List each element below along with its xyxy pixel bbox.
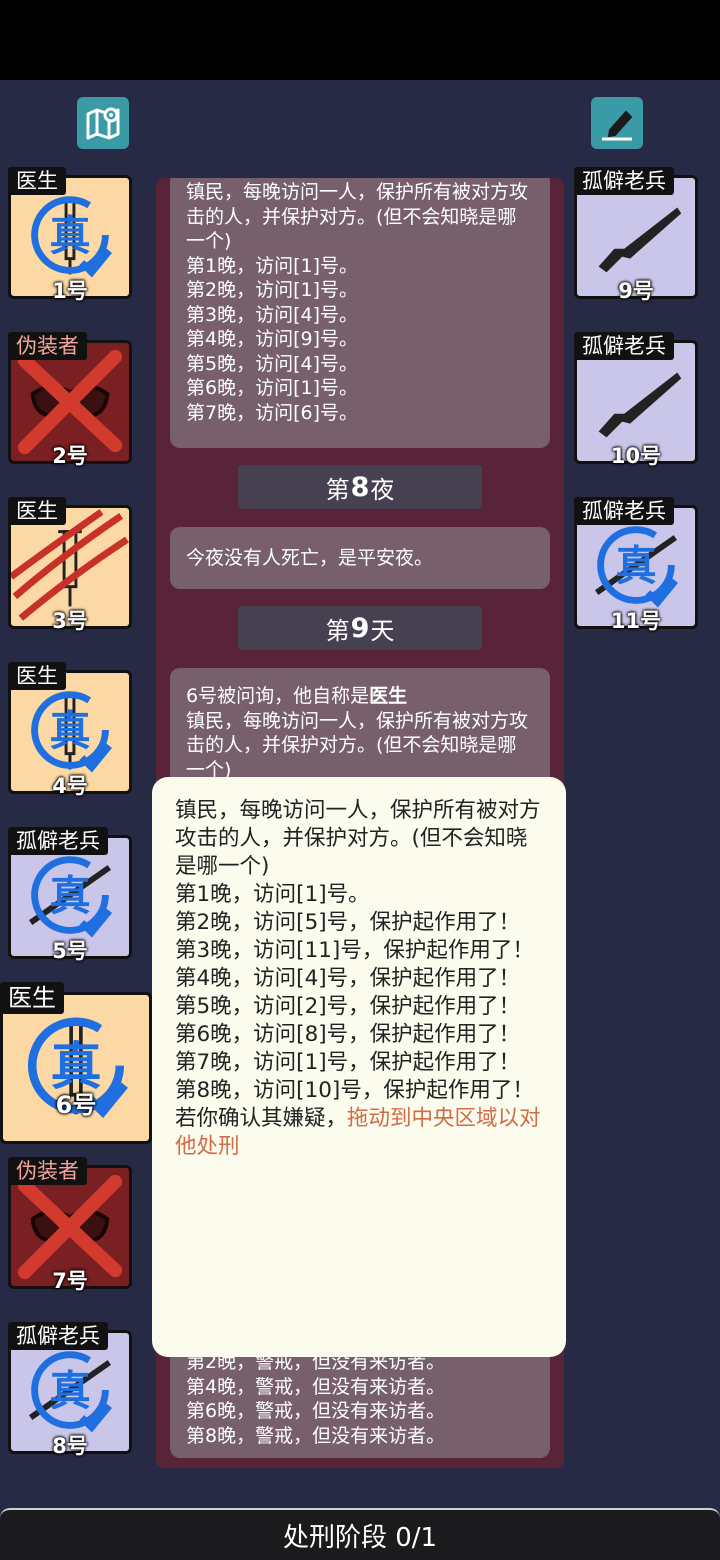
player-card-6[interactable]: 医生 真 6号 — [0, 982, 152, 1144]
role-tag: 孤僻老兵 — [8, 827, 108, 855]
log-line: 第6晚，警戒，但没有来访者。 — [186, 1400, 446, 1422]
map-button[interactable] — [77, 97, 129, 149]
popup-line: 第1晚，访问[1]号。 — [175, 882, 370, 907]
player-card-9[interactable]: 孤僻老兵 9号 — [574, 167, 704, 303]
log-line: 6号被问询，他自称是 — [186, 685, 370, 707]
player-card-5[interactable]: 孤僻老兵 真 5号 — [8, 827, 138, 963]
player-number: 1号 — [52, 279, 88, 303]
execution-hint: 若你确认其嫌疑，拖动到中央区域以对他处刑 — [175, 1106, 541, 1159]
role-tag: 医生 — [8, 662, 66, 690]
player-number: 4号 — [52, 774, 88, 798]
popup-line: 第4晚，访问[4]号，保护起作用了！ — [175, 966, 521, 991]
popup-line: 第8晚，访问[10]号，保护起作用了！ — [175, 1078, 534, 1103]
log-line: 第6晚，访问[1]号。 — [186, 377, 359, 399]
player-number: 8号 — [52, 1434, 88, 1458]
player-card-7[interactable]: 伪装者 7号 — [8, 1157, 138, 1293]
notes-button[interactable] — [591, 97, 643, 149]
role-tag: 孤僻老兵 — [574, 497, 674, 525]
role-tag: 孤僻老兵 — [574, 167, 674, 195]
role-tag: 孤僻老兵 — [8, 1322, 108, 1350]
role-tag: 孤僻老兵 — [574, 332, 674, 360]
log-entry: 第2晚，警戒，但没有来访者。 第4晚，警戒，但没有来访者。 第6晚，警戒，但没有… — [170, 1348, 550, 1458]
svg-text:真: 真 — [49, 1367, 90, 1415]
popup-line: 第6晚，访问[8]号，保护起作用了！ — [175, 1022, 521, 1047]
player-number: 2号 — [52, 444, 88, 468]
log-line: 第8晚，警戒，但没有来访者。 — [186, 1424, 446, 1447]
night-divider: 第8夜 — [238, 465, 482, 509]
role-tag: 伪装者 — [8, 332, 87, 360]
log-entry: 6号被问询，他自称是医生 镇民，每晚访问一人，保护所有被对方攻击的人，并保护对方… — [170, 668, 550, 788]
player-card-1[interactable]: 医生 真 1号 — [8, 167, 138, 303]
role-description: 镇民，每晚访问一人，保护所有被对方攻击的人，并保护对方。(但不会知晓是哪一个) — [186, 181, 529, 252]
player-card-3[interactable]: 医生 3号 — [8, 497, 138, 633]
player-number: 6号 — [55, 1091, 97, 1119]
role-description: 镇民，每晚访问一人，保护所有被对方攻击的人，并保护对方。(但不会知晓是哪一个) — [175, 798, 541, 879]
log-line: 第4晚，警戒，但没有来访者。 — [186, 1375, 446, 1398]
player-info-popup: 镇民，每晚访问一人，保护所有被对方攻击的人，并保护对方。(但不会知晓是哪一个) … — [152, 777, 566, 1357]
day-divider: 第9天 — [238, 606, 482, 650]
popup-line: 第5晚，访问[2]号，保护起作用了！ — [175, 994, 521, 1019]
log-line: 今夜没有人死亡，是平安夜。 — [186, 546, 434, 569]
role-tag: 医生 — [0, 982, 64, 1014]
player-number: 10号 — [610, 444, 662, 468]
log-entry: 今夜没有人死亡，是平安夜。 — [170, 527, 550, 589]
popup-line: 第7晚，访问[1]号，保护起作用了！ — [175, 1050, 521, 1075]
player-number: 5号 — [52, 939, 88, 963]
player-card-4[interactable]: 医生 真 4号 — [8, 662, 138, 798]
player-number: 11号 — [610, 609, 662, 633]
svg-text:真: 真 — [49, 707, 90, 755]
svg-text:真: 真 — [49, 872, 90, 920]
status-bar — [0, 0, 720, 80]
player-card-11[interactable]: 孤僻老兵 真 11号 — [574, 497, 704, 633]
popup-line: 第3晚，访问[11]号，保护起作用了！ — [175, 938, 534, 963]
popup-line: 第2晚，访问[5]号，保护起作用了！ — [175, 910, 521, 935]
player-card-10[interactable]: 孤僻老兵 10号 — [574, 332, 704, 468]
role-tag: 医生 — [8, 167, 66, 195]
log-entry: 镇民，每晚访问一人，保护所有被对方攻击的人，并保护对方。(但不会知晓是哪一个) … — [170, 178, 550, 448]
svg-text:真: 真 — [49, 212, 90, 260]
player-number: 7号 — [52, 1269, 88, 1293]
log-line: 第1晚，访问[1]号。 — [186, 254, 359, 277]
claimed-role: 医生 — [369, 685, 408, 707]
execution-phase-bar[interactable]: 处刑阶段 0/1 — [0, 1508, 720, 1560]
log-line: 第3晚，访问[4]号。 — [186, 303, 359, 326]
player-card-8[interactable]: 孤僻老兵 真 8号 — [8, 1322, 138, 1458]
svg-text:真: 真 — [615, 542, 656, 590]
log-line: 第2晚，访问[1]号。 — [186, 279, 359, 301]
log-line: 第5晚，访问[4]号。 — [186, 352, 359, 375]
execution-phase-label: 处刑阶段 0/1 — [282, 1522, 438, 1553]
log-line: 第4晚，访问[9]号。 — [186, 328, 359, 350]
player-card-2[interactable]: 伪装者 2号 — [8, 332, 138, 468]
role-tag: 伪装者 — [8, 1157, 87, 1185]
player-number: 9号 — [618, 279, 654, 303]
player-number: 3号 — [52, 609, 88, 633]
edit-note-icon — [602, 110, 633, 141]
log-line: 第7晚，访问[6]号。 — [186, 401, 359, 424]
map-pin-icon — [86, 107, 120, 140]
role-tag: 医生 — [8, 497, 66, 525]
role-description: 镇民，每晚访问一人，保护所有被对方攻击的人，并保护对方。(但不会知晓是哪一个) — [186, 709, 529, 781]
